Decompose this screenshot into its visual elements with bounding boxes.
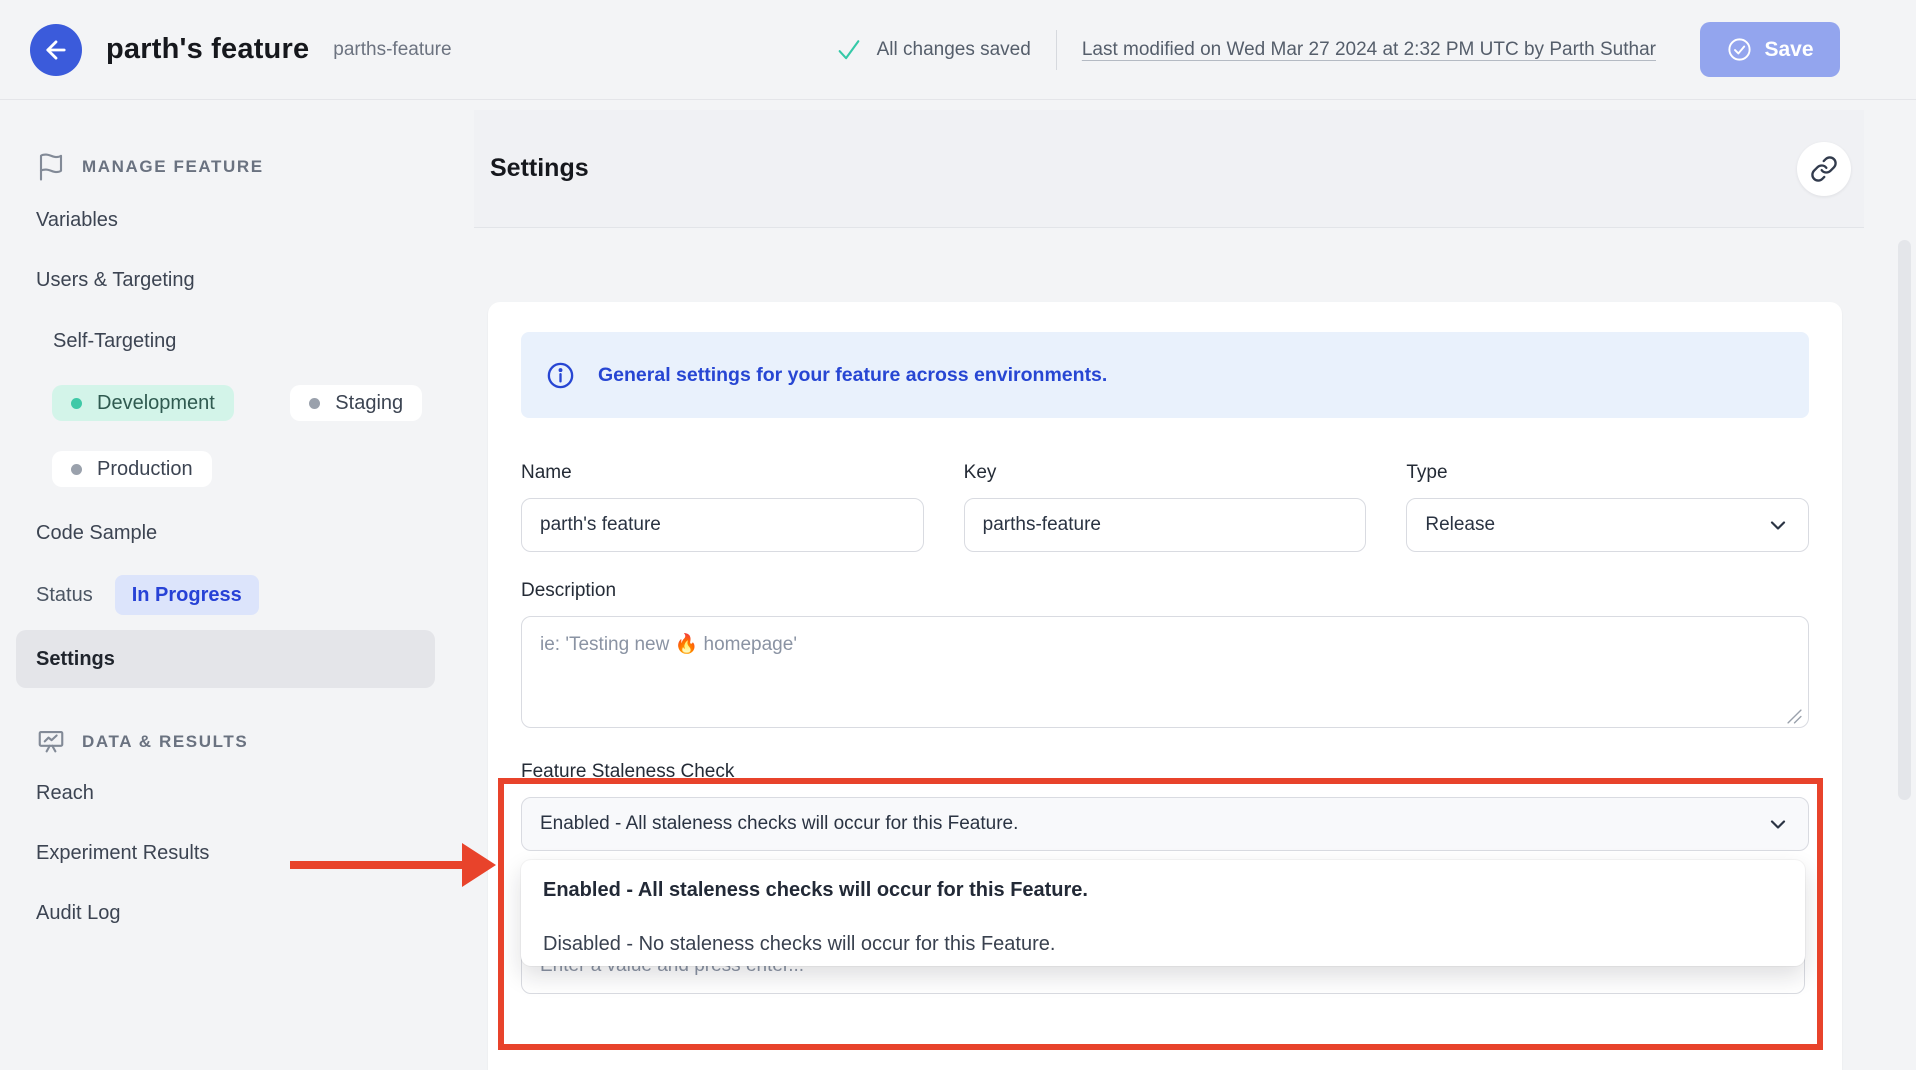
feature-key: parths-feature: [333, 39, 451, 61]
sidebar-item-self-targeting-label: Self-Targeting: [53, 330, 176, 353]
staleness-option-disabled[interactable]: Disabled - No staleness checks will occu…: [543, 931, 1783, 957]
env-pill-staging[interactable]: Staging: [290, 385, 422, 421]
sidebar-item-users-targeting[interactable]: Users & Targeting: [0, 265, 474, 295]
resize-handle-icon[interactable]: [1787, 709, 1802, 724]
name-field-group: Name: [521, 462, 924, 552]
key-label: Key: [964, 462, 1367, 484]
header-divider: [1056, 30, 1057, 70]
staleness-field-group: Feature Staleness Check Enabled - All st…: [521, 761, 1809, 997]
sidebar-status-row: Status In Progress: [0, 575, 474, 615]
settings-page-header: Settings: [474, 110, 1864, 228]
type-select-value: Release: [1425, 514, 1495, 536]
page-title: Settings: [490, 154, 589, 183]
sidebar-item-reach[interactable]: Reach: [0, 778, 474, 808]
type-field-group: Type Release: [1406, 462, 1809, 552]
env-dot-production: [71, 464, 82, 475]
staleness-select[interactable]: Enabled - All staleness checks will occu…: [521, 797, 1809, 851]
description-field-group: Description: [521, 580, 1809, 733]
env-pill-development[interactable]: Development: [52, 385, 234, 421]
status-badge[interactable]: In Progress: [115, 575, 259, 615]
info-banner-text: General settings for your feature across…: [598, 364, 1107, 387]
env-dot-staging: [309, 398, 320, 409]
type-label: Type: [1406, 462, 1809, 484]
sidebar-item-code-sample[interactable]: Code Sample: [0, 518, 474, 548]
description-textarea[interactable]: [521, 616, 1809, 728]
env-label-development: Development: [97, 392, 215, 415]
section-manage-feature-label: MANAGE FEATURE: [82, 157, 264, 177]
copy-link-button[interactable]: [1797, 142, 1851, 196]
sidebar-item-experiment-results-label: Experiment Results: [36, 842, 209, 865]
link-icon: [1810, 155, 1838, 183]
staleness-menu-wrap: Enabled - All staleness checks will occu…: [521, 851, 1809, 997]
env-dot-development: [71, 398, 82, 409]
description-textarea-wrap: [521, 616, 1809, 733]
sidebar-item-audit-log-label: Audit Log: [36, 902, 121, 925]
staleness-label: Feature Staleness Check: [521, 761, 1809, 783]
key-input[interactable]: [964, 498, 1367, 552]
chevron-down-icon: [1766, 513, 1790, 537]
key-field-group: Key: [964, 462, 1367, 552]
header-right: All changes saved Last modified on Wed M…: [835, 22, 1916, 77]
env-pill-production[interactable]: Production: [52, 451, 212, 487]
flag-icon: [36, 152, 66, 182]
save-button-label: Save: [1764, 38, 1813, 62]
arrow-left-icon: [42, 36, 70, 64]
sidebar-item-settings[interactable]: Settings: [16, 630, 435, 688]
chevron-down-icon: [1766, 812, 1790, 836]
saved-status: All changes saved: [835, 36, 1031, 64]
section-data-results: DATA & RESULTS: [0, 723, 474, 761]
staleness-select-value: Enabled - All staleness checks will occu…: [540, 813, 1018, 835]
name-label: Name: [521, 462, 924, 484]
staleness-dropdown-menu: Enabled - All staleness checks will occu…: [521, 860, 1805, 966]
presentation-chart-icon: [36, 727, 66, 757]
back-button[interactable]: [30, 24, 82, 76]
env-label-staging: Staging: [335, 392, 403, 415]
scrollbar-thumb[interactable]: [1898, 240, 1911, 800]
app-header: parth's feature parths-feature All chang…: [0, 0, 1916, 100]
sidebar-item-audit-log[interactable]: Audit Log: [0, 898, 474, 928]
saved-status-text: All changes saved: [877, 39, 1031, 61]
sidebar-item-code-sample-label: Code Sample: [36, 522, 157, 545]
type-select[interactable]: Release: [1406, 498, 1809, 552]
sidebar-item-variables[interactable]: Variables: [0, 205, 474, 235]
sidebar-item-reach-label: Reach: [36, 782, 94, 805]
name-input[interactable]: [521, 498, 924, 552]
description-label: Description: [521, 580, 1809, 602]
env-label-production: Production: [97, 458, 193, 481]
save-button[interactable]: Save: [1700, 22, 1840, 77]
info-banner: General settings for your feature across…: [521, 332, 1809, 418]
sidebar-item-users-targeting-label: Users & Targeting: [36, 269, 195, 292]
sidebar-item-variables-label: Variables: [36, 209, 118, 232]
last-modified-link[interactable]: Last modified on Wed Mar 27 2024 at 2:32…: [1082, 39, 1656, 61]
sidebar-item-self-targeting[interactable]: Self-Targeting: [0, 326, 474, 356]
feature-title: parth's feature: [106, 33, 309, 66]
staleness-option-enabled[interactable]: Enabled - All staleness checks will occu…: [543, 877, 1783, 903]
sidebar-item-settings-label: Settings: [36, 648, 115, 671]
fields-row: Name Key Type Release: [521, 462, 1809, 552]
section-data-results-label: DATA & RESULTS: [82, 732, 248, 752]
sidebar-item-experiment-results[interactable]: Experiment Results: [0, 838, 474, 868]
check-icon: [835, 36, 863, 64]
sidebar: MANAGE FEATURE Variables Users & Targeti…: [0, 100, 474, 1070]
info-icon: [545, 360, 576, 391]
settings-card: General settings for your feature across…: [488, 302, 1842, 1070]
circle-check-icon: [1726, 36, 1753, 63]
status-label: Status: [36, 584, 93, 607]
section-manage-feature: MANAGE FEATURE: [0, 148, 474, 186]
